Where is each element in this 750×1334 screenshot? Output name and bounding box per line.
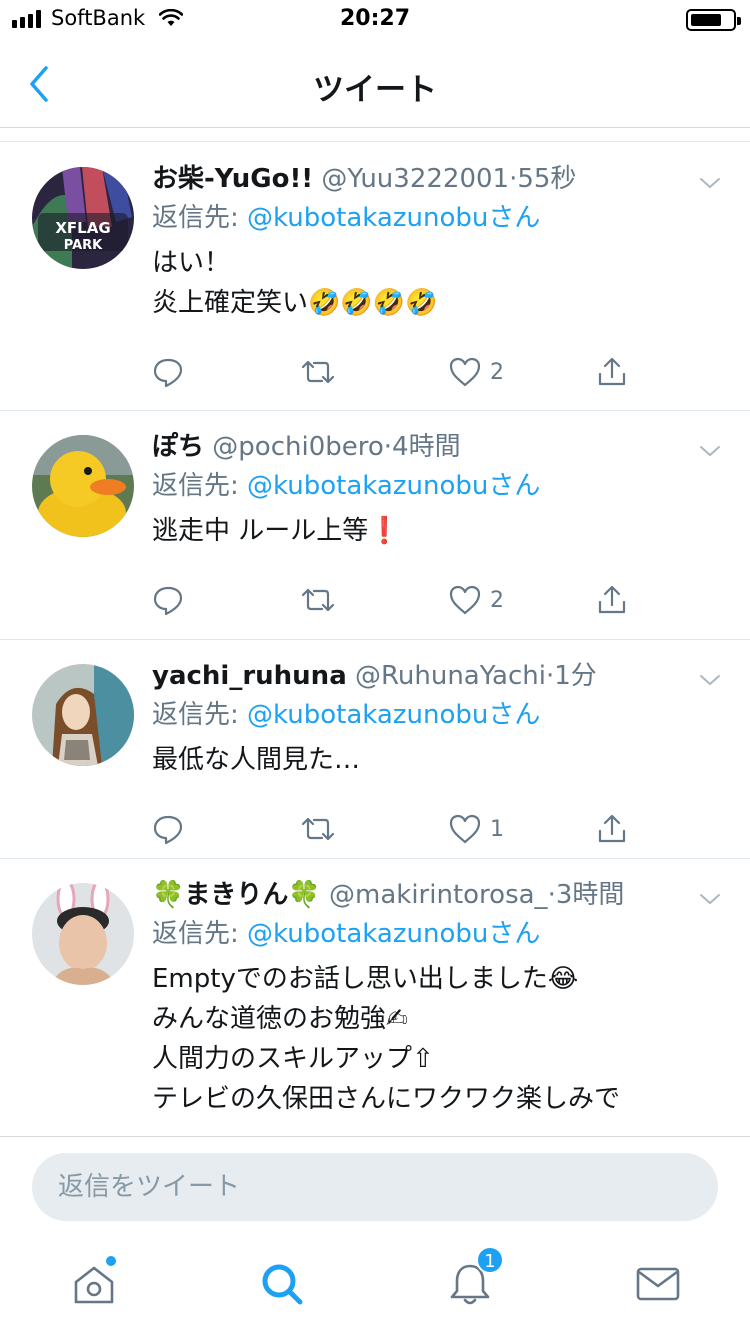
page-title: ツイート [313, 72, 437, 108]
timestamp: 1分 [554, 661, 597, 691]
retweet-icon [301, 588, 335, 612]
separator-dot: · [383, 432, 393, 462]
tweet-actions: 2 [152, 565, 750, 635]
like-count: 1 [490, 816, 504, 842]
reply-to-label: 返信先: [152, 919, 248, 949]
retweet-icon [301, 360, 335, 384]
display-name[interactable]: ぽち [152, 432, 204, 462]
chevron-down-icon[interactable] [698, 668, 722, 692]
reply-icon [153, 358, 183, 388]
tweet-text: 最低な人間見た… [152, 745, 361, 775]
clock: 20:27 [339, 6, 411, 31]
avatar[interactable] [32, 883, 134, 985]
divider [0, 129, 750, 142]
reply-to-label: 返信先: [152, 471, 248, 501]
tab-home[interactable] [70, 1256, 118, 1308]
share-icon [598, 357, 626, 386]
tab-messages[interactable] [634, 1260, 682, 1308]
search-icon [262, 1264, 303, 1305]
avatar[interactable] [32, 664, 134, 766]
heart-icon [449, 585, 481, 615]
handle[interactable]: @RuhunaYachi [355, 661, 546, 691]
display-name[interactable]: 🍀まきりん🍀 [152, 880, 321, 910]
handle[interactable]: @makirintorosa_ [329, 880, 548, 910]
like-button[interactable]: 1 [448, 813, 596, 845]
reply-button[interactable] [152, 813, 300, 845]
svg-text:XFLAG: XFLAG [55, 219, 110, 237]
reply-mention-link[interactable]: @kubotakazunobuさん [247, 471, 540, 501]
share-button[interactable] [596, 584, 628, 616]
handle[interactable]: @Yuu3222001 [321, 164, 509, 194]
like-count: 2 [490, 587, 504, 613]
tweet-actions: 1 [152, 794, 750, 864]
retweet-icon [301, 817, 335, 841]
mail-icon [636, 1267, 680, 1301]
avatar[interactable]: XFLAG PARK [32, 167, 134, 269]
chevron-down-icon[interactable] [698, 887, 722, 911]
reply-to-label: 返信先: [152, 203, 248, 233]
reply-mention-link[interactable]: @kubotakazunobuさん [247, 203, 540, 233]
reply-icon [153, 815, 183, 845]
tweet-text: はい！ 炎上確定笑い🤣🤣🤣🤣 [152, 248, 438, 318]
tweet-text: 逃走中 ルール上等❗ [152, 516, 401, 546]
share-button[interactable] [596, 356, 628, 388]
new-tweets-dot [106, 1256, 116, 1266]
tweet[interactable]: XFLAG PARK お柴-YuGo!! @Yuu3222001·55秒 返信先… [0, 143, 750, 411]
tweet[interactable]: ぽち @pochi0bero·4時間 返信先: @kubotakazunobuさ… [0, 411, 750, 640]
reply-to: 返信先: @kubotakazunobuさん [152, 696, 710, 734]
chevron-down-icon[interactable] [698, 171, 722, 195]
like-button[interactable]: 2 [448, 356, 596, 388]
like-button[interactable]: 2 [448, 584, 596, 616]
separator-dot: · [547, 880, 556, 910]
timestamp: 55秒 [517, 164, 577, 194]
like-count: 2 [490, 359, 504, 385]
share-icon [598, 585, 626, 614]
notifications-badge: 1 [476, 1246, 504, 1274]
reply-to: 返信先: @kubotakazunobuさん [152, 915, 710, 953]
tweet-header: お柴-YuGo!! @Yuu3222001·55秒 [152, 161, 710, 197]
retweet-button[interactable] [300, 356, 448, 388]
reply-bar: 返信をツイート [0, 1136, 750, 1236]
reply-feed[interactable]: XFLAG PARK お柴-YuGo!! @Yuu3222001·55秒 返信先… [0, 143, 750, 1135]
display-name[interactable]: yachi_ruhuna [152, 661, 347, 691]
handle[interactable]: @pochi0bero [212, 432, 383, 462]
home-icon [74, 1266, 114, 1304]
tweet[interactable]: yachi_ruhuna @RuhunaYachi·1分 返信先: @kubot… [0, 640, 750, 859]
timestamp: 4時間 [392, 432, 461, 462]
reply-button[interactable] [152, 584, 300, 616]
separator-dot: · [545, 661, 555, 691]
nav-bar: ツイート [0, 40, 750, 128]
tweet-text: Emptyでのお話し思い出しました😂 みんな道徳のお勉強✍ 人間力のスキルアップ… [152, 964, 621, 1114]
svg-text:PARK: PARK [64, 238, 103, 253]
tweet-header: yachi_ruhuna @RuhunaYachi·1分 [152, 658, 710, 694]
share-icon [598, 814, 626, 843]
heart-icon [449, 357, 481, 387]
tab-notifications[interactable]: 1 [446, 1246, 504, 1308]
heart-icon [449, 814, 481, 844]
tweet-header: ぽち @pochi0bero·4時間 [152, 429, 710, 465]
tweet-header: 🍀まきりん🍀 @makirintorosa_·3時間 [152, 877, 710, 913]
avatar[interactable] [32, 435, 134, 537]
tweet-actions: 2 [152, 337, 750, 407]
reply-mention-link[interactable]: @kubotakazunobuさん [247, 700, 540, 730]
timestamp: 3時間 [555, 880, 625, 910]
battery-icon [686, 9, 741, 31]
reply-to: 返信先: @kubotakazunobuさん [152, 199, 710, 237]
reply-to: 返信先: @kubotakazunobuさん [152, 467, 710, 505]
share-button[interactable] [596, 813, 628, 845]
reply-button[interactable] [152, 356, 300, 388]
chevron-down-icon[interactable] [698, 439, 722, 463]
reply-icon [153, 586, 183, 616]
tab-search[interactable] [258, 1260, 306, 1308]
retweet-button[interactable] [300, 813, 448, 845]
retweet-button[interactable] [300, 584, 448, 616]
reply-mention-link[interactable]: @kubotakazunobuさん [247, 919, 540, 949]
reply-input[interactable]: 返信をツイート [32, 1153, 718, 1221]
reply-to-label: 返信先: [152, 700, 248, 730]
status-bar: SoftBank 20:27 [0, 0, 750, 40]
display-name[interactable]: お柴-YuGo!! [152, 164, 313, 194]
tab-bar: 1 [0, 1236, 750, 1334]
tweet[interactable]: 🍀まきりん🍀 @makirintorosa_·3時間 返信先: @kubotak… [0, 859, 750, 1135]
